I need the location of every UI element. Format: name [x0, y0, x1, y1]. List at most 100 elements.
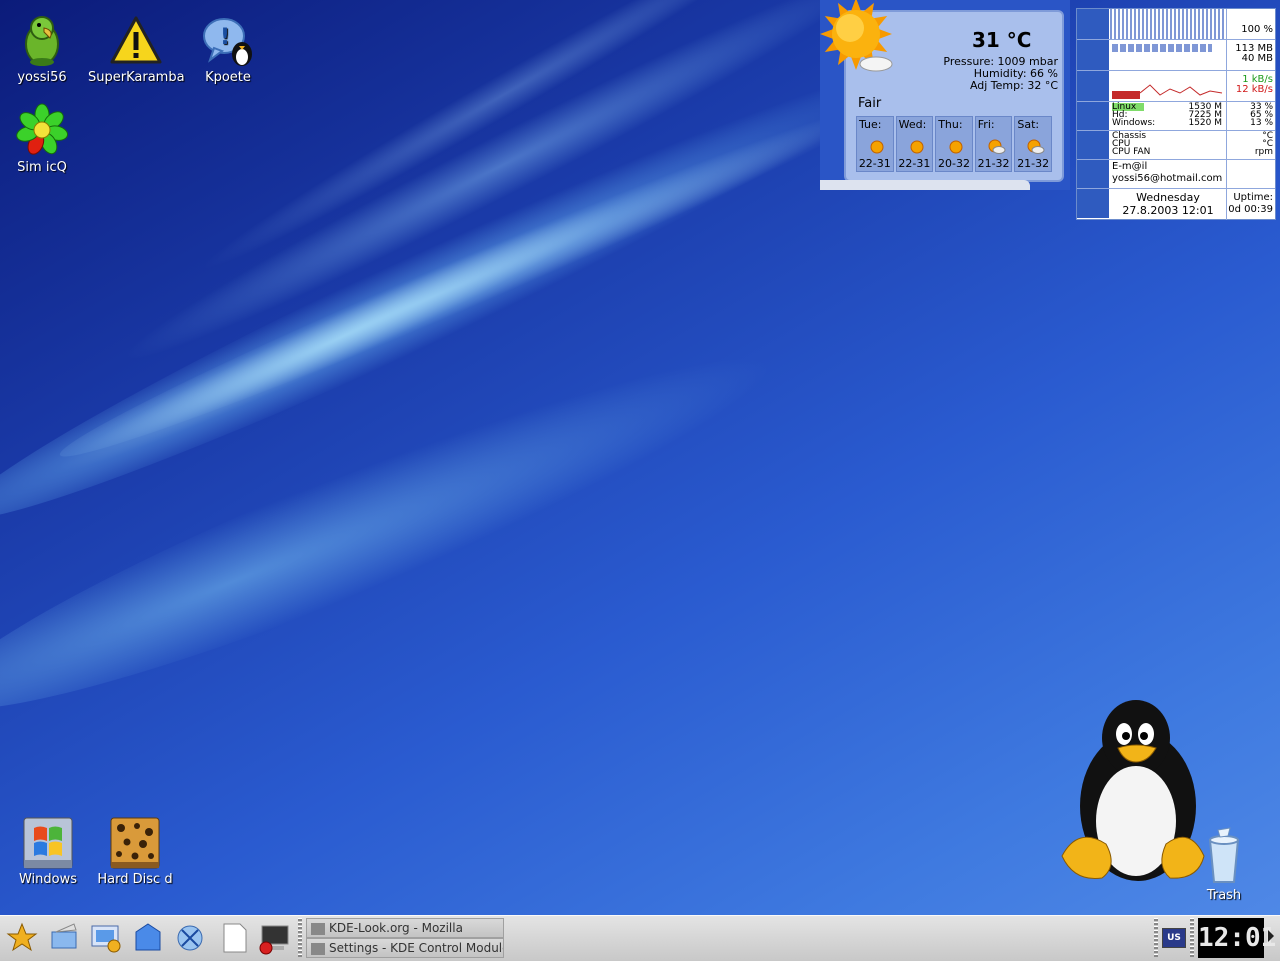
disk-windows-pct: 13 % [1250, 118, 1273, 128]
weather-details: Pressure: 1009 mbar Humidity: 66 % Adj T… [932, 56, 1058, 92]
uptime-label: Uptime: [1233, 192, 1273, 203]
network-out: 12 kB/s [1235, 84, 1273, 95]
icon-label: Trash [1206, 888, 1242, 903]
mail-icon [1077, 160, 1109, 188]
memory-graph [1110, 40, 1227, 70]
date-row: Wednesday 27.8.2003 12:01 Uptime: 0d 00:… [1077, 189, 1275, 220]
wallpaper-streak [0, 307, 797, 756]
cpu-graph [1110, 9, 1227, 39]
taskbar-item-mozilla[interactable]: KDE-Look.org - Mozilla [306, 918, 504, 938]
panel-hide-arrow[interactable] [1268, 930, 1274, 942]
taskbar-item-control-module[interactable]: Settings - KDE Control Module [306, 938, 504, 958]
sun-icon [870, 140, 884, 154]
icon-label: yossi56 [17, 70, 67, 85]
forecast-day: Thu: 20-32 [935, 116, 973, 172]
desktop-icon-simicq[interactable]: Sim icQ [0, 102, 90, 175]
parrot-icon [14, 12, 70, 68]
icq-flower-icon [14, 102, 70, 158]
forecast-day-name: Sat: [1017, 118, 1040, 131]
sun-icon [910, 140, 924, 154]
forecast-day-name: Thu: [938, 118, 963, 131]
windows-drive-icon [20, 814, 76, 870]
icon-label: Kpoete [205, 70, 251, 85]
mozilla-icon [311, 922, 325, 935]
system-monitor-widget[interactable]: 100 % 113 MB 40 MB 1 kB/s 12 kB/s Linux … [1076, 8, 1276, 220]
memory-icon [1077, 40, 1109, 70]
network-row: 1 kB/s 12 kB/s [1077, 71, 1275, 102]
panel-handle[interactable] [1190, 918, 1194, 958]
clock-icon [1077, 189, 1109, 218]
task-label: KDE-Look.org - Mozilla [329, 921, 463, 935]
show-desktop-icon[interactable] [46, 920, 82, 956]
disk-windows-size: 1520 M [1188, 118, 1222, 128]
weather-forecast: Tue: 22-31 Wed: 22-31 Thu: 20-32 Fri: 21… [856, 116, 1052, 172]
weather-widget-scrollbar[interactable] [820, 180, 1030, 190]
desktop-background: yossi56 SuperKaramba ! Kpoete Sim icQ Wi… [0, 0, 1280, 915]
memory-swap: 40 MB [1241, 53, 1273, 64]
disk-row: Linux Hd: Windows: 1530 M 7225 M 1520 M … [1077, 102, 1275, 131]
warning-icon [108, 12, 164, 68]
control-center-icon[interactable] [88, 920, 124, 956]
email-info: E-m@il yossi56@hotmail.com [1110, 160, 1227, 188]
text-editor-icon[interactable] [216, 920, 252, 956]
cpu-icon [1077, 9, 1109, 39]
keyboard-layout-label: US [1167, 933, 1181, 943]
icon-label: Windows [18, 872, 78, 887]
forecast-day: Wed: 22-31 [895, 116, 934, 172]
sensors-row: Chassis CPU CPU FAN °C °C rpm [1077, 131, 1275, 160]
kde-panel: KDE-Look.org - Mozilla Settings - KDE Co… [0, 915, 1280, 961]
k-menu-button[interactable] [4, 920, 40, 956]
panel-clock[interactable]: 12:01 [1198, 918, 1276, 958]
thermometer-icon [1077, 131, 1109, 159]
desktop-icon-superkaramba[interactable]: SuperKaramba [88, 12, 185, 85]
chat-bubble-penguin-icon: ! [200, 12, 256, 68]
forecast-range: 20-32 [938, 157, 970, 170]
date-day: Wednesday [1136, 191, 1200, 204]
desktop-icon-kpoete[interactable]: ! Kpoete [180, 12, 276, 85]
date-time: 27.8.2003 12:01 [1122, 204, 1214, 217]
cpu-value: 100 % [1241, 24, 1273, 35]
forecast-range: 21-32 [977, 157, 1010, 170]
network-graph [1110, 71, 1227, 101]
forecast-day-name: Wed: [898, 118, 927, 131]
disk-windows-label: Windows: [1112, 118, 1156, 128]
weather-condition: Fair [858, 96, 882, 111]
weather-widget[interactable]: 31 °C Pressure: 1009 mbar Humidity: 66 %… [820, 0, 1070, 190]
trash-icon [1204, 826, 1244, 886]
sensor-list: Chassis CPU CPU FAN [1110, 131, 1227, 159]
sensor-unit: rpm [1254, 147, 1273, 157]
network-globe-icon [1077, 71, 1109, 101]
forecast-day: Sat: 21-32 [1014, 116, 1052, 172]
desktop-icon-yossi56[interactable]: yossi56 [0, 12, 90, 85]
desktop-icon-trash[interactable]: Trash [1188, 826, 1260, 903]
memory-row: 113 MB 40 MB [1077, 40, 1275, 71]
desktop-icon-hard-disc[interactable]: Hard Disc d [87, 814, 183, 887]
desktop-icon-windows[interactable]: Windows [0, 814, 96, 887]
date-info: Wednesday 27.8.2003 12:01 [1110, 189, 1227, 220]
panel-handle[interactable] [1154, 918, 1158, 958]
weather-adj-temp: Adj Temp: 32 °C [969, 79, 1058, 92]
forecast-range: 22-31 [898, 157, 931, 170]
tux-penguin-image [1058, 696, 1208, 886]
leopard-drive-icon [107, 814, 163, 870]
keyboard-layout-flag[interactable]: US [1162, 928, 1186, 948]
forecast-day: Tue: 22-31 [856, 116, 894, 172]
disk-icon [1077, 102, 1109, 130]
panel-handle[interactable] [298, 918, 302, 958]
task-label: Settings - KDE Control Module [329, 941, 504, 955]
forecast-range: 22-31 [858, 157, 891, 170]
disk-list: Linux Hd: Windows: 1530 M 7225 M 1520 M [1110, 102, 1227, 130]
konqueror-browser-icon[interactable] [172, 920, 208, 956]
sensor-fan: CPU FAN [1112, 147, 1151, 157]
icon-label: Hard Disc d [97, 872, 173, 887]
partly-cloudy-icon [1027, 139, 1045, 154]
uptime-value: 0d 00:39 [1228, 204, 1273, 215]
partly-cloudy-icon [988, 139, 1006, 154]
home-folder-icon[interactable] [130, 920, 166, 956]
x-icon [311, 942, 325, 955]
svg-text:!: ! [220, 25, 230, 50]
icon-label: SuperKaramba [88, 70, 185, 85]
forecast-day-name: Tue: [859, 118, 882, 131]
terminal-icon[interactable] [256, 920, 292, 956]
email-row: E-m@il yossi56@hotmail.com [1077, 160, 1275, 189]
